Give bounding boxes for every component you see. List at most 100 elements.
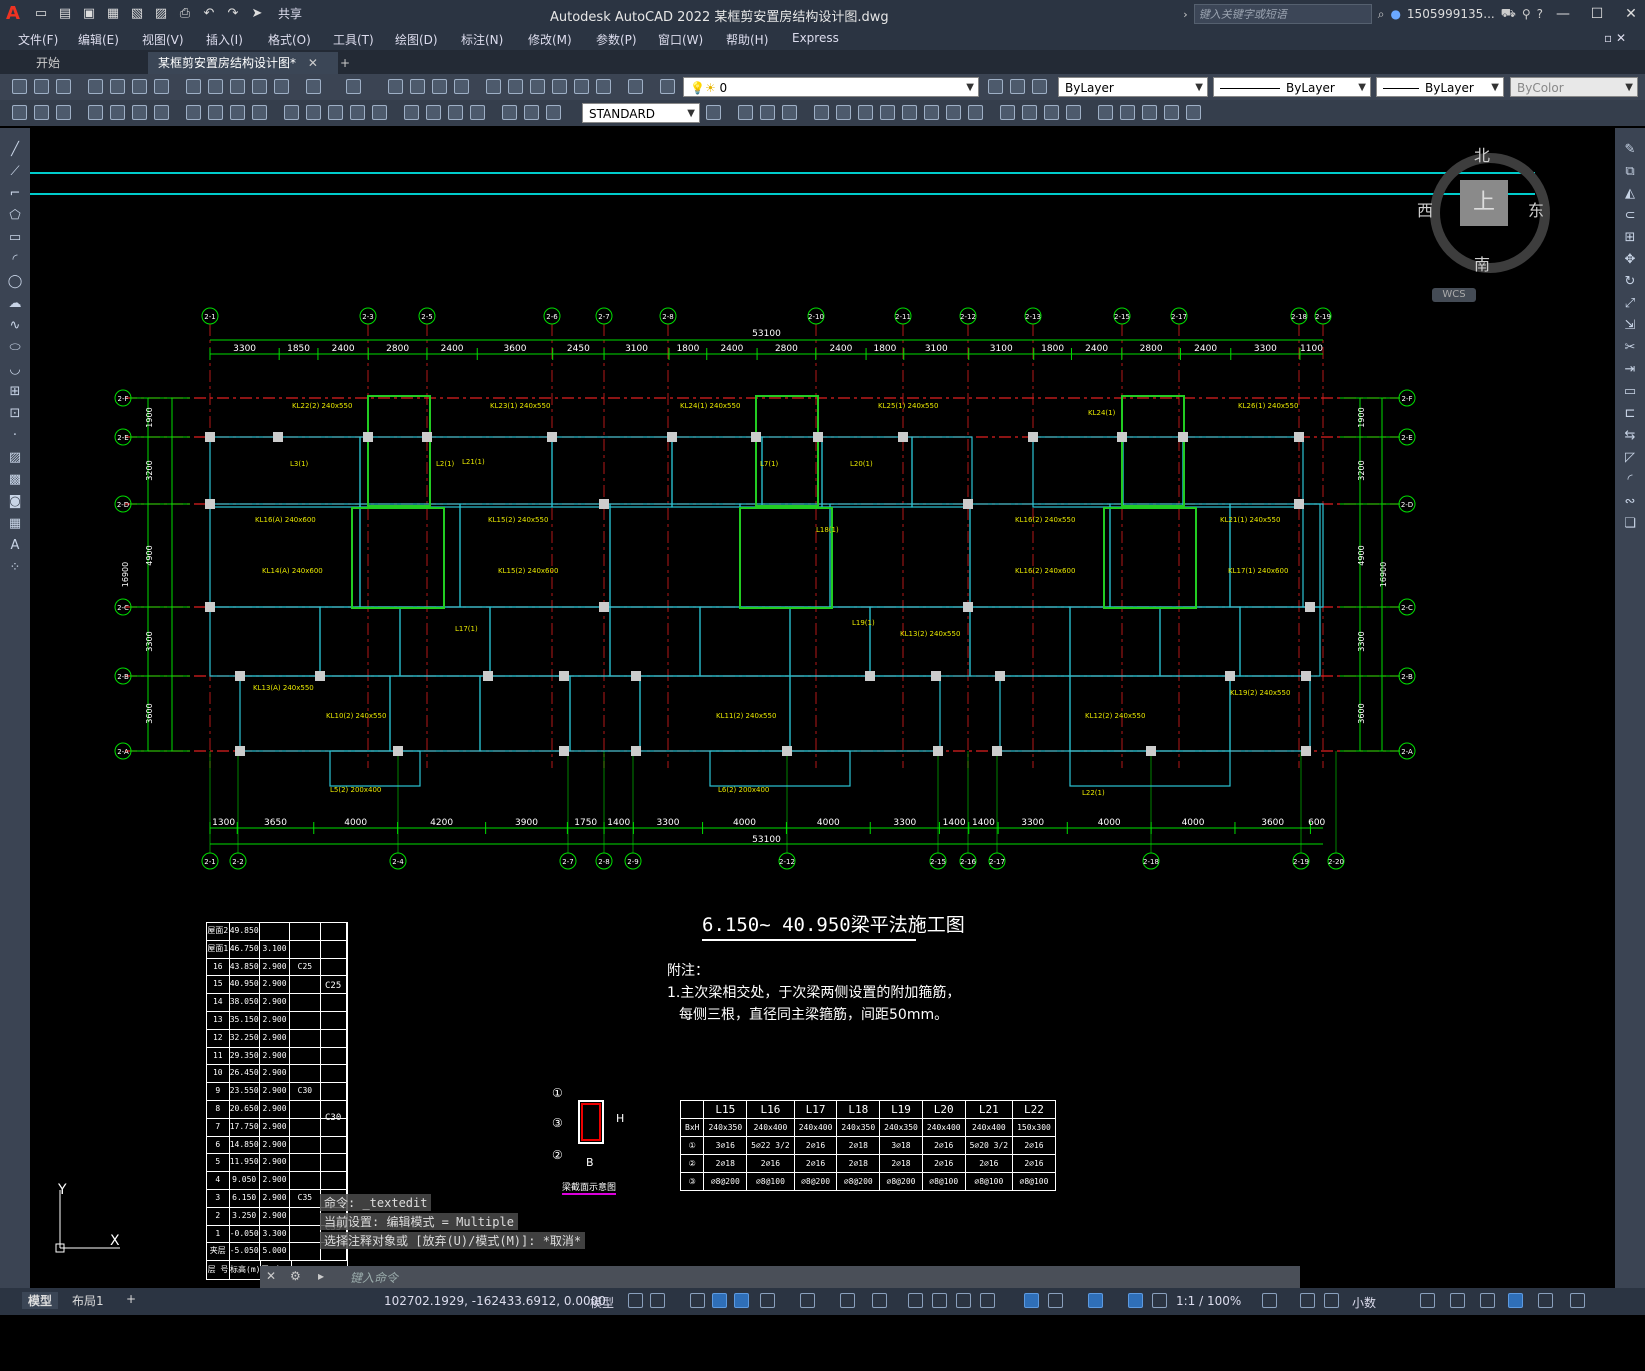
- selection-filter-icon[interactable]: [1048, 1293, 1063, 1308]
- modify-icon-17[interactable]: [1120, 105, 1135, 120]
- annotation-visibility-icon[interactable]: [1128, 1293, 1143, 1308]
- menu-express[interactable]: Express: [792, 31, 839, 45]
- save-as-icon[interactable]: ▦: [104, 5, 122, 23]
- pan-icon[interactable]: [388, 79, 403, 94]
- gizmo-icon[interactable]: [1088, 1293, 1103, 1308]
- transparency-icon[interactable]: [932, 1293, 947, 1308]
- modify-icon-14[interactable]: [1044, 105, 1059, 120]
- mirror-icon[interactable]: ◭: [1622, 186, 1638, 202]
- preview-icon[interactable]: [110, 79, 125, 94]
- lock-ui-icon[interactable]: [1450, 1293, 1465, 1308]
- modify-icon-4[interactable]: [814, 105, 829, 120]
- isolate-objects-icon[interactable]: [1480, 1293, 1495, 1308]
- paste-icon[interactable]: [230, 79, 245, 94]
- open-file-icon[interactable]: ▤: [56, 5, 74, 23]
- doc-restore-icon[interactable]: ▫ ✕: [1604, 31, 1626, 45]
- dim-text-edit-icon[interactable]: [524, 105, 539, 120]
- dim-update-icon[interactable]: [546, 105, 561, 120]
- drawing-canvas[interactable]: KL22(2) 240x550 KL23(1) 240x550 KL24(1) 24…: [30, 128, 1615, 1288]
- break-icon[interactable]: ▭: [1622, 384, 1638, 400]
- customization-icon[interactable]: [1570, 1293, 1585, 1308]
- dynamic-input-icon[interactable]: [712, 1293, 727, 1308]
- modify-icon-6[interactable]: [858, 105, 873, 120]
- layer-previous-icon[interactable]: [1010, 79, 1025, 94]
- dim-edit-icon[interactable]: [502, 105, 517, 120]
- model-tab[interactable]: 模型: [22, 1292, 59, 1309]
- snap-icon[interactable]: [650, 1293, 665, 1308]
- annotation-scale[interactable]: 1:1 / 100%: [1176, 1294, 1241, 1308]
- sheet-set-icon[interactable]: [552, 79, 567, 94]
- new-tab-icon[interactable]: +: [330, 52, 360, 74]
- blend-icon[interactable]: ∾: [1622, 494, 1638, 510]
- modify-icon-18[interactable]: [1142, 105, 1157, 120]
- quick-dim-icon[interactable]: [284, 105, 299, 120]
- rotate-icon[interactable]: ↻: [1622, 274, 1638, 290]
- command-customize-icon[interactable]: ⚙: [290, 1269, 301, 1283]
- help-toolbar-icon[interactable]: [628, 79, 643, 94]
- break-point-icon[interactable]: ⊏: [1622, 406, 1638, 422]
- gradient-icon[interactable]: ▩: [7, 472, 23, 488]
- redo-icon[interactable]: ↷: [224, 5, 242, 23]
- units-icon[interactable]: [1324, 1293, 1339, 1308]
- modify-icon-3[interactable]: [782, 105, 797, 120]
- command-recent-icon[interactable]: ▸: [318, 1269, 324, 1283]
- cart-icon[interactable]: ⛟: [1501, 6, 1516, 22]
- wcs-menu[interactable]: WCS: [1432, 288, 1476, 302]
- copy-obj-icon[interactable]: ⧉: [1622, 164, 1638, 180]
- modify-icon-11[interactable]: [968, 105, 983, 120]
- polygon-icon[interactable]: ⬠: [7, 208, 23, 224]
- lineweight-icon[interactable]: [908, 1293, 923, 1308]
- modify-icon-8[interactable]: [902, 105, 917, 120]
- compass-north[interactable]: 北: [1474, 142, 1490, 166]
- save-web-icon[interactable]: ▨: [152, 5, 170, 23]
- menu-dimension[interactable]: 标注(N): [461, 31, 503, 48]
- command-input[interactable]: 键入命令: [350, 1269, 398, 1286]
- toolbar-icon-3[interactable]: [56, 105, 71, 120]
- menu-insert[interactable]: 插入(I): [206, 31, 243, 48]
- calculator-icon[interactable]: [596, 79, 611, 94]
- circle-icon[interactable]: ◯: [7, 274, 23, 290]
- plotstyle-select[interactable]: ByColor ▼: [1510, 77, 1638, 97]
- diameter-dim-icon[interactable]: [230, 105, 245, 120]
- object-snap-tracking-icon[interactable]: [840, 1293, 855, 1308]
- compass-south[interactable]: 南: [1474, 251, 1490, 275]
- extend-icon[interactable]: ⇥: [1622, 362, 1638, 378]
- user-icon[interactable]: ●: [1390, 7, 1400, 21]
- menu-window[interactable]: 窗口(W): [658, 31, 703, 48]
- undo-toolbar-icon[interactable]: [306, 79, 321, 94]
- menu-parametric[interactable]: 参数(P): [596, 31, 637, 48]
- offset-icon[interactable]: ⊂: [1622, 208, 1638, 224]
- layer-state-icon[interactable]: [1032, 79, 1047, 94]
- compass-east[interactable]: 东: [1528, 197, 1544, 221]
- modify-icon-1[interactable]: [738, 105, 753, 120]
- command-close-icon[interactable]: ✕: [266, 1269, 276, 1283]
- explode-icon[interactable]: ❏: [1622, 516, 1638, 532]
- infer-icon[interactable]: [690, 1293, 705, 1308]
- arc-length-icon[interactable]: [132, 105, 147, 120]
- modify-icon-19[interactable]: [1164, 105, 1179, 120]
- menu-help[interactable]: 帮助(H): [726, 31, 768, 48]
- array-icon[interactable]: ⊞: [1622, 230, 1638, 246]
- ellipse-icon[interactable]: ⬭: [7, 340, 23, 356]
- save-icon[interactable]: ▣: [80, 5, 98, 23]
- menu-draw[interactable]: 绘图(D): [395, 31, 438, 48]
- modify-icon-12[interactable]: [1000, 105, 1015, 120]
- polyline-icon[interactable]: ⌐: [7, 186, 23, 202]
- tab-drawing[interactable]: 某框剪安置房结构设计图* ✕: [148, 52, 338, 74]
- hardware-acceleration-icon[interactable]: [1508, 1293, 1523, 1308]
- make-current-icon[interactable]: [988, 79, 1003, 94]
- menu-file[interactable]: 文件(F): [18, 31, 58, 48]
- units-select[interactable]: 小数: [1352, 1294, 1376, 1311]
- revcloud-icon[interactable]: ☁: [7, 296, 23, 312]
- aligned-dim-icon[interactable]: [110, 105, 125, 120]
- chamfer-icon[interactable]: ◸: [1622, 450, 1638, 466]
- region-icon[interactable]: ◙: [7, 494, 23, 510]
- zoom-previous-icon[interactable]: [454, 79, 469, 94]
- dim-space-icon[interactable]: [350, 105, 365, 120]
- redo-toolbar-icon[interactable]: [346, 79, 361, 94]
- osnap-icon[interactable]: [872, 1293, 887, 1308]
- open-web-icon[interactable]: ▧: [128, 5, 146, 23]
- properties-icon[interactable]: [486, 79, 501, 94]
- ordinate-dim-icon[interactable]: [154, 105, 169, 120]
- isodraft-icon[interactable]: [800, 1293, 815, 1308]
